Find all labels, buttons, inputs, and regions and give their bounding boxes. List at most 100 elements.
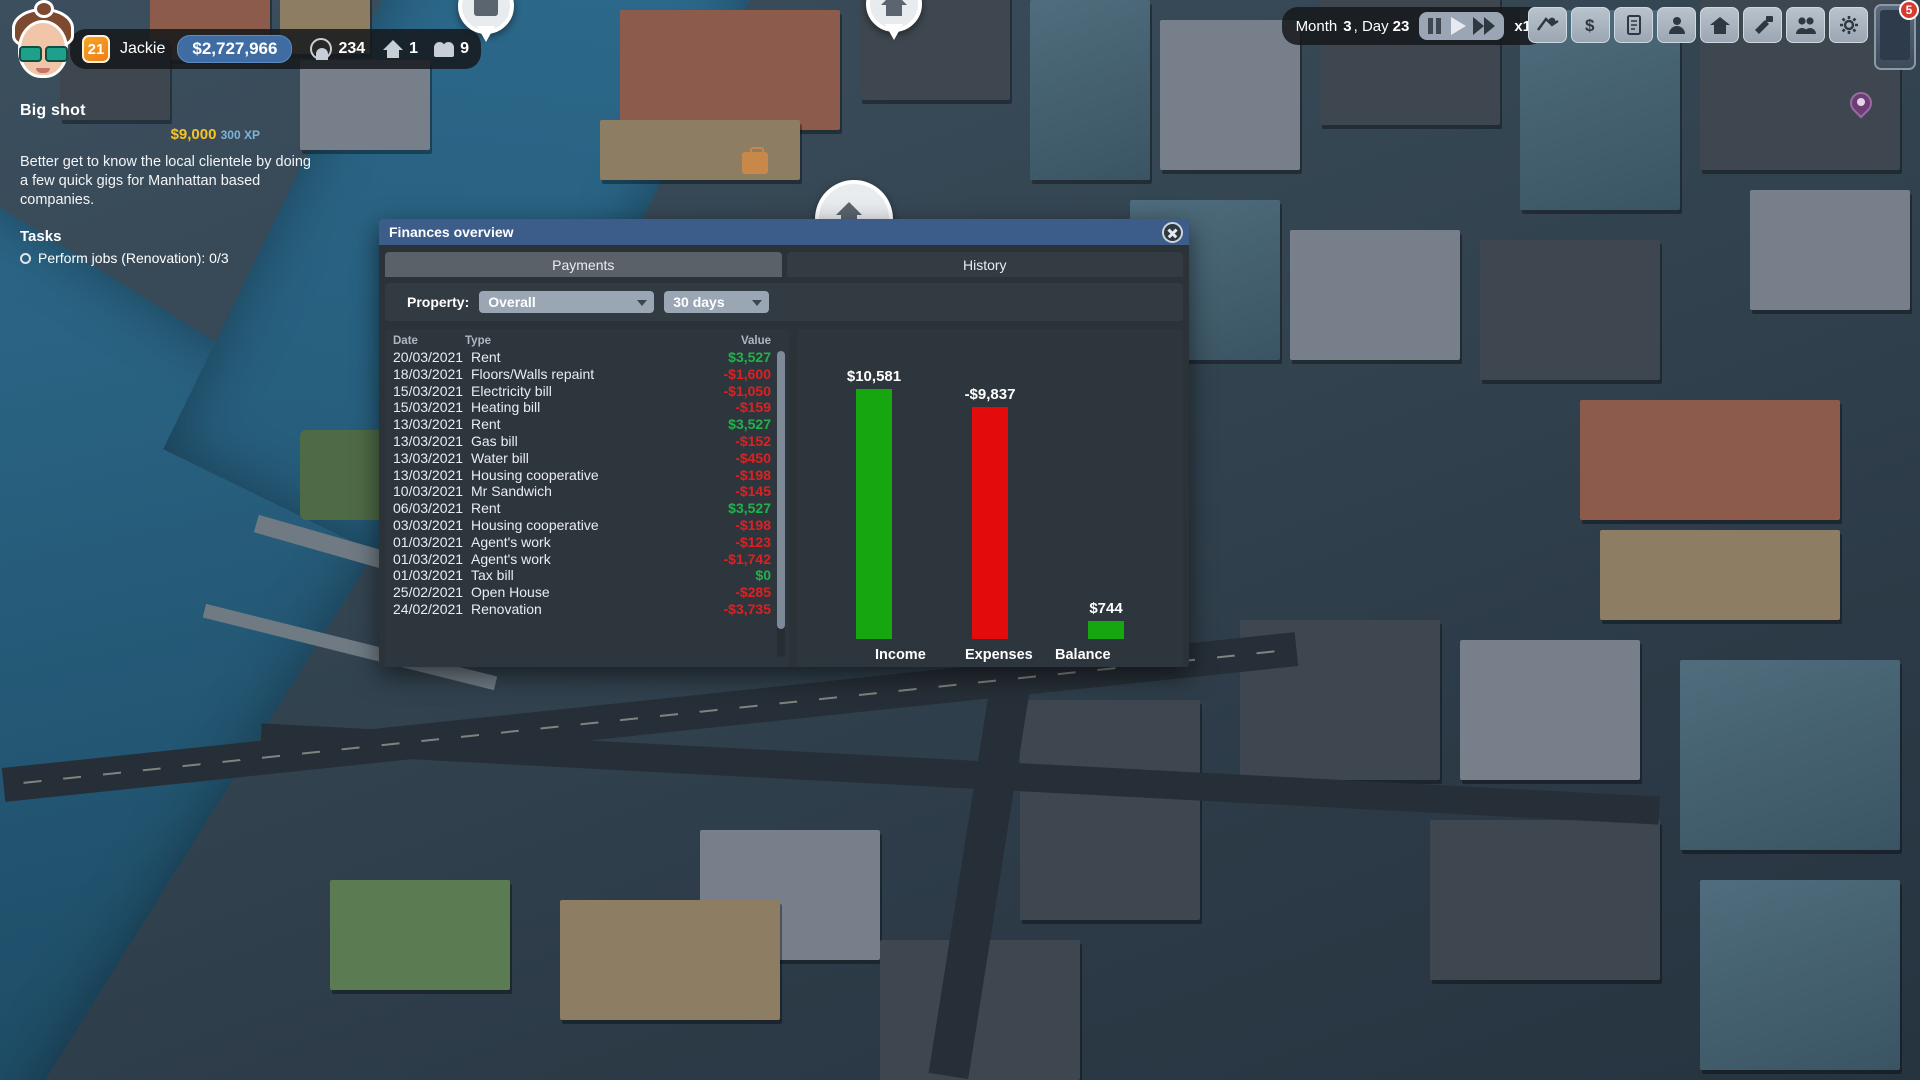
pause-button[interactable]	[1428, 18, 1444, 34]
table-row[interactable]: 06/03/2021Rent$3,527	[385, 500, 789, 517]
property-select-value: Overall	[488, 294, 535, 310]
list-scrollbar[interactable]	[777, 351, 785, 657]
cell-date: 13/03/2021	[393, 450, 471, 467]
table-row[interactable]: 18/03/2021Floors/Walls repaint-$1,600	[385, 366, 789, 383]
date-range-select[interactable]: 30 days	[664, 291, 769, 313]
quest-location-pin-icon[interactable]	[1850, 92, 1872, 120]
dialog-tabs: Payments History	[379, 245, 1189, 277]
table-row[interactable]: 20/03/2021Rent$3,527	[385, 349, 789, 366]
table-row[interactable]: 13/03/2021Housing cooperative-$198	[385, 467, 789, 484]
chart-bar	[856, 389, 892, 639]
table-row[interactable]: 13/03/2021Gas bill-$152	[385, 433, 789, 450]
fast-forward-button[interactable]	[1473, 17, 1495, 35]
table-row[interactable]: 13/03/2021Water bill-$450	[385, 450, 789, 467]
table-row[interactable]: 15/03/2021Heating bill-$159	[385, 399, 789, 416]
cell-type: Housing cooperative	[471, 517, 693, 534]
chart-label-expenses: Expenses	[965, 647, 1033, 663]
chart-bar	[972, 407, 1008, 639]
cell-type: Agent's work	[471, 534, 693, 551]
properties-tool-button[interactable]	[1700, 7, 1739, 43]
table-row[interactable]: 01/03/2021Tax bill$0	[385, 567, 789, 584]
cell-value: -$1,742	[693, 551, 771, 568]
avatar-bun	[34, 0, 54, 18]
avatar[interactable]	[10, 6, 76, 92]
cell-value: -$1,050	[693, 383, 771, 400]
property-select[interactable]: Overall	[479, 291, 654, 313]
phone-notification-badge: 5	[1899, 0, 1919, 20]
renovation-tool-button[interactable]	[1743, 7, 1782, 43]
phone-button[interactable]: 5	[1874, 4, 1916, 70]
task-status-icon	[20, 253, 31, 264]
quest-panel: Big shot $9,000 300 XP Better get to kno…	[0, 92, 330, 278]
table-row[interactable]: 01/03/2021Agent's work-$123	[385, 534, 789, 551]
cell-type: Housing cooperative	[471, 467, 693, 484]
cell-value: $3,527	[693, 349, 771, 366]
properties-value: 1	[409, 40, 418, 58]
staff-tool-button[interactable]	[1786, 7, 1825, 43]
table-row[interactable]: 03/03/2021Housing cooperative-$198	[385, 517, 789, 534]
finances-tool-button[interactable]: $	[1571, 7, 1610, 43]
map-tool-button[interactable]	[1528, 7, 1567, 43]
quest-reward-xp: 300 XP	[221, 128, 260, 142]
table-row[interactable]: 13/03/2021Rent$3,527	[385, 416, 789, 433]
settings-tool-button[interactable]	[1829, 7, 1868, 43]
time-control-bar: Month 3 , Day 23 x1	[1282, 7, 1545, 45]
cell-date: 24/02/2021	[393, 601, 471, 618]
cell-date: 18/03/2021	[393, 366, 471, 383]
property-filter-label: Property:	[407, 294, 469, 310]
table-row[interactable]: 01/03/2021Agent's work-$1,742	[385, 551, 789, 568]
cell-type: Water bill	[471, 450, 693, 467]
dialog-body: Date Type Value 20/03/2021Rent$3,52718/0…	[379, 321, 1189, 675]
cell-date: 20/03/2021	[393, 349, 471, 366]
column-header-type: Type	[465, 335, 691, 347]
map-marker-property[interactable]	[866, 0, 922, 42]
cell-value: -$152	[693, 433, 771, 450]
table-row[interactable]: 24/02/2021Renovation-$3,735	[385, 601, 789, 618]
chart-bar-group: -$9,837	[960, 349, 1020, 639]
cell-value: -$145	[693, 483, 771, 500]
quest-reward: $9,000 300 XP	[20, 126, 316, 143]
table-row[interactable]: 15/03/2021Electricity bill-$1,050	[385, 383, 789, 400]
tasks-label: Tasks	[20, 228, 316, 245]
marker-tail	[885, 24, 903, 40]
cell-value: $0	[693, 567, 771, 584]
play-button[interactable]	[1451, 17, 1466, 35]
cell-type: Open House	[471, 584, 693, 601]
cell-type: Mr Sandwich	[471, 483, 693, 500]
table-header: Date Type Value	[385, 334, 789, 349]
cell-type: Gas bill	[471, 433, 693, 450]
cell-date: 13/03/2021	[393, 467, 471, 484]
time-speed-controls	[1419, 12, 1504, 40]
reputation-value: 234	[338, 40, 365, 58]
documents-tool-button[interactable]	[1614, 7, 1653, 43]
cell-type: Rent	[471, 349, 693, 366]
dialog-titlebar: Finances overview	[379, 219, 1189, 245]
tab-payments[interactable]: Payments	[385, 252, 782, 277]
money-balance[interactable]: $2,727,966	[177, 35, 292, 63]
cell-type: Agent's work	[471, 551, 693, 568]
finances-overview-dialog: Finances overview Payments History Prope…	[379, 219, 1189, 667]
cell-date: 01/03/2021	[393, 551, 471, 568]
cell-date: 06/03/2021	[393, 500, 471, 517]
table-row[interactable]: 10/03/2021Mr Sandwich-$145	[385, 483, 789, 500]
close-icon[interactable]	[1162, 222, 1183, 243]
reputation-stat: 234	[310, 38, 365, 60]
table-row[interactable]: 25/02/2021Open House-$285	[385, 584, 789, 601]
cell-date: 01/03/2021	[393, 534, 471, 551]
list-scrollbar-thumb[interactable]	[777, 351, 785, 629]
cell-date: 25/02/2021	[393, 584, 471, 601]
house-icon	[383, 40, 403, 58]
job-briefcase-icon[interactable]	[742, 152, 768, 174]
cell-value: -$1,600	[693, 366, 771, 383]
player-info-pill: 21 Jackie $2,727,966 234 1 9	[70, 29, 481, 69]
filter-bar: Property: Overall 30 days	[385, 283, 1183, 321]
tenants-value: 9	[460, 40, 469, 58]
player-hud: 21 Jackie $2,727,966 234 1 9	[10, 6, 481, 92]
tenants-tool-button[interactable]	[1657, 7, 1696, 43]
tab-history[interactable]: History	[787, 252, 1184, 277]
cell-value: -$3,735	[693, 601, 771, 618]
cell-value: -$285	[693, 584, 771, 601]
transactions-list: Date Type Value 20/03/2021Rent$3,52718/0…	[385, 329, 789, 667]
task-text: Perform jobs (Renovation): 0/3	[38, 250, 229, 266]
time-day-label: , Day	[1354, 18, 1389, 35]
